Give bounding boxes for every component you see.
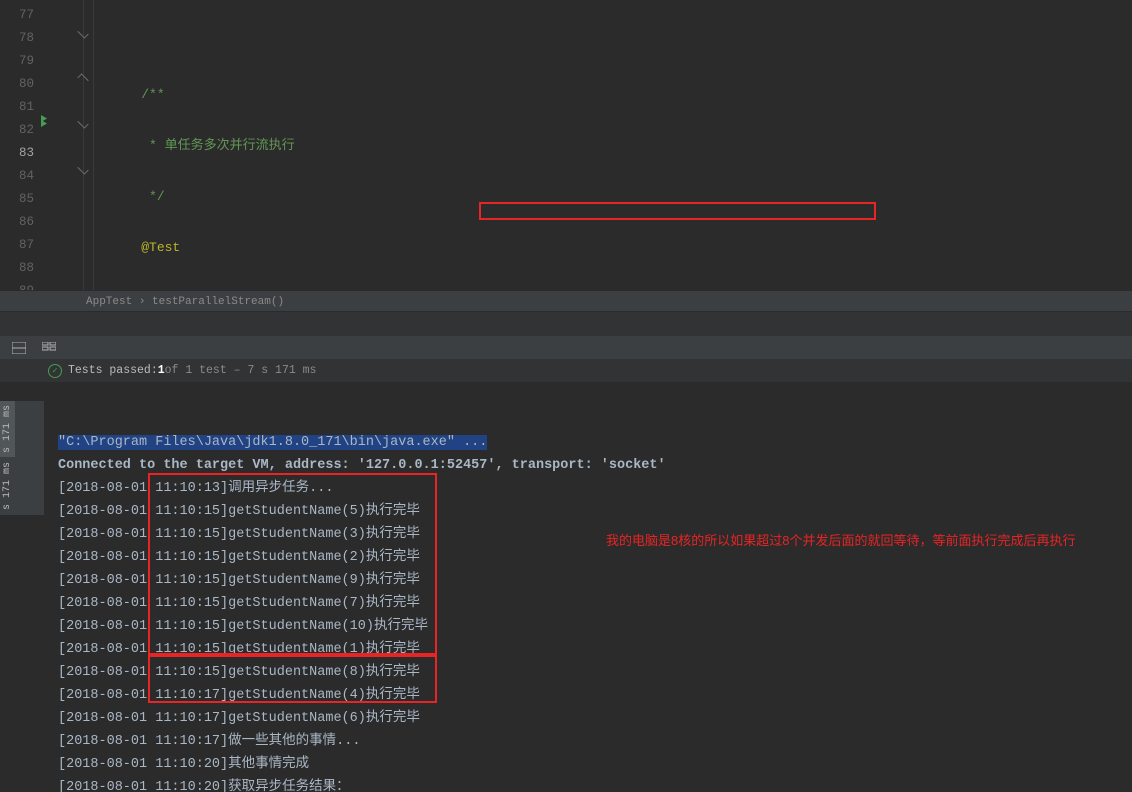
fold-gutter[interactable] <box>42 0 94 290</box>
console-line: [2018-08-01 11:10:15]getStudentName(1)执行… <box>58 642 420 657</box>
tests-label: Tests passed: <box>68 364 158 377</box>
tests-passed-count: 1 <box>158 364 165 377</box>
console-line: [2018-08-01 11:10:15]getStudentName(2)执行… <box>58 550 420 565</box>
console-side-tabs: s 171 ms s 171 ms <box>0 401 44 515</box>
code-area[interactable]: /** * 单任务多次并行流执行 */ @Test public void te… <box>94 0 1132 290</box>
console-command: "C:\Program Files\Java\jdk1.8.0_171\bin\… <box>58 435 487 450</box>
chevron-icon: › <box>139 296 152 308</box>
side-tab[interactable]: s 171 ms <box>0 458 15 514</box>
code-line: * 单任务多次并行流执行 <box>94 134 1132 157</box>
code-line: public void testParallelStream() { <box>94 287 1132 290</box>
fold-marker-icon[interactable] <box>77 117 88 128</box>
console-line: [2018-08-01 11:10:15]getStudentName(5)执行… <box>58 504 420 519</box>
console-line: [2018-08-01 11:10:15]getStudentName(3)执行… <box>58 527 420 542</box>
breadcrumb-class[interactable]: AppTest <box>86 296 132 308</box>
code-line: /** <box>94 83 1132 106</box>
console-line: [2018-08-01 11:10:20]获取异步任务结果： <box>58 780 350 792</box>
code-line: @Test <box>94 236 1132 259</box>
fold-marker-icon[interactable] <box>77 73 88 84</box>
console-line: [2018-08-01 11:10:17]做一些其他的事情... <box>58 734 360 749</box>
annotation-note: 我的电脑是8核的所以如果超过8个并发后面的就回等待，等前面执行完成后再执行 <box>606 530 1106 551</box>
console-output[interactable]: "C:\Program Files\Java\jdk1.8.0_171\bin\… <box>46 402 1132 792</box>
console-line: [2018-08-01 11:10:17]getStudentName(4)执行… <box>58 688 420 703</box>
code-line: */ <box>94 185 1132 208</box>
breadcrumb[interactable]: AppTest › testParallelStream() <box>0 290 1132 312</box>
console-line: [2018-08-01 11:10:15]getStudentName(10)执… <box>58 619 428 634</box>
panel-gap <box>0 312 1132 336</box>
fold-marker-icon[interactable] <box>77 27 88 38</box>
console-line: [2018-08-01 11:10:17]getStudentName(6)执行… <box>58 711 420 726</box>
check-icon: ✓ <box>48 364 62 378</box>
code-editor[interactable]: 77 78 79 80 81 82 83 84 85 86 87 88 89 /… <box>0 0 1132 290</box>
console-line: Connected to the target VM, address: '12… <box>58 458 666 473</box>
breadcrumb-method[interactable]: testParallelStream() <box>152 296 284 308</box>
tests-summary: of 1 test – 7 s 171 ms <box>165 364 317 377</box>
test-status-bar: ✓ Tests passed: 1 of 1 test – 7 s 171 ms <box>0 359 1132 383</box>
line-number-gutter: 77 78 79 80 81 82 83 84 85 86 87 88 89 <box>0 0 42 290</box>
console-line: [2018-08-01 11:10:15]getStudentName(8)执行… <box>58 665 420 680</box>
console-line: [2018-08-01 11:10:20]其他事情完成 <box>58 757 309 772</box>
console-line: [2018-08-01 11:10:15]getStudentName(7)执行… <box>58 596 420 611</box>
code-line <box>94 32 1132 55</box>
console-line: [2018-08-01 11:10:15]getStudentName(9)执行… <box>58 573 420 588</box>
layout-icon[interactable] <box>8 340 30 356</box>
console-toolbar <box>0 336 1132 359</box>
filter-icon[interactable] <box>38 340 60 356</box>
side-tab[interactable]: s 171 ms <box>0 401 15 457</box>
fold-marker-icon[interactable] <box>77 163 88 174</box>
console-line: [2018-08-01 11:10:13]调用异步任务... <box>58 481 333 496</box>
run-test-icon[interactable] <box>40 114 54 128</box>
